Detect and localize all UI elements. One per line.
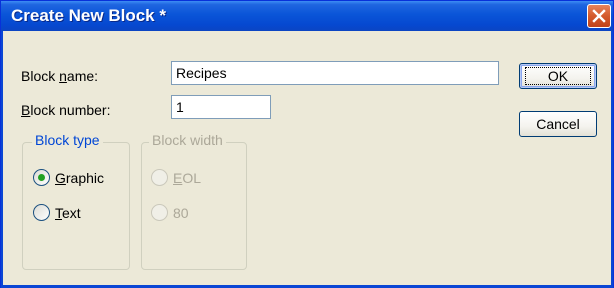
block-name-label: Block name: [21, 68, 99, 84]
eol-option-label: EOL [173, 169, 202, 186]
block-type-graphic-radio[interactable]: Graphic [33, 169, 104, 186]
window-frame-right [611, 31, 613, 287]
block-number-input[interactable]: 1 [171, 95, 271, 119]
block-type-caption: Block type [32, 132, 103, 148]
eighty-option-label: 80 [173, 204, 189, 221]
block-name-input[interactable]: Recipes [171, 61, 499, 85]
block-width-eol-radio[interactable]: EOL [151, 169, 201, 186]
text-option-label: Text [55, 204, 81, 221]
block-width-80-radio[interactable]: 80 [151, 204, 189, 221]
block-number-label: Block number: [21, 102, 111, 118]
block-width-caption: Block width [149, 132, 226, 148]
close-button[interactable] [587, 4, 611, 28]
graphic-option-label: Graphic [55, 169, 105, 186]
window-frame-left [1, 31, 3, 287]
dialog-title: Create New Block * [11, 6, 166, 25]
block-type-text-radio[interactable]: Text [33, 204, 81, 221]
ok-button[interactable]: OK [519, 63, 597, 89]
create-new-block-dialog: Create New Block * Block name: Recipes B… [0, 0, 614, 288]
radio-icon [33, 169, 50, 186]
radio-icon [151, 169, 168, 186]
radio-selected-dot [38, 174, 45, 181]
ok-button-label: OK [524, 67, 592, 85]
cancel-button[interactable]: Cancel [519, 111, 597, 137]
title-bar[interactable]: Create New Block * [1, 1, 613, 31]
radio-icon [151, 204, 168, 221]
radio-icon [33, 204, 50, 221]
close-icon [592, 9, 606, 23]
